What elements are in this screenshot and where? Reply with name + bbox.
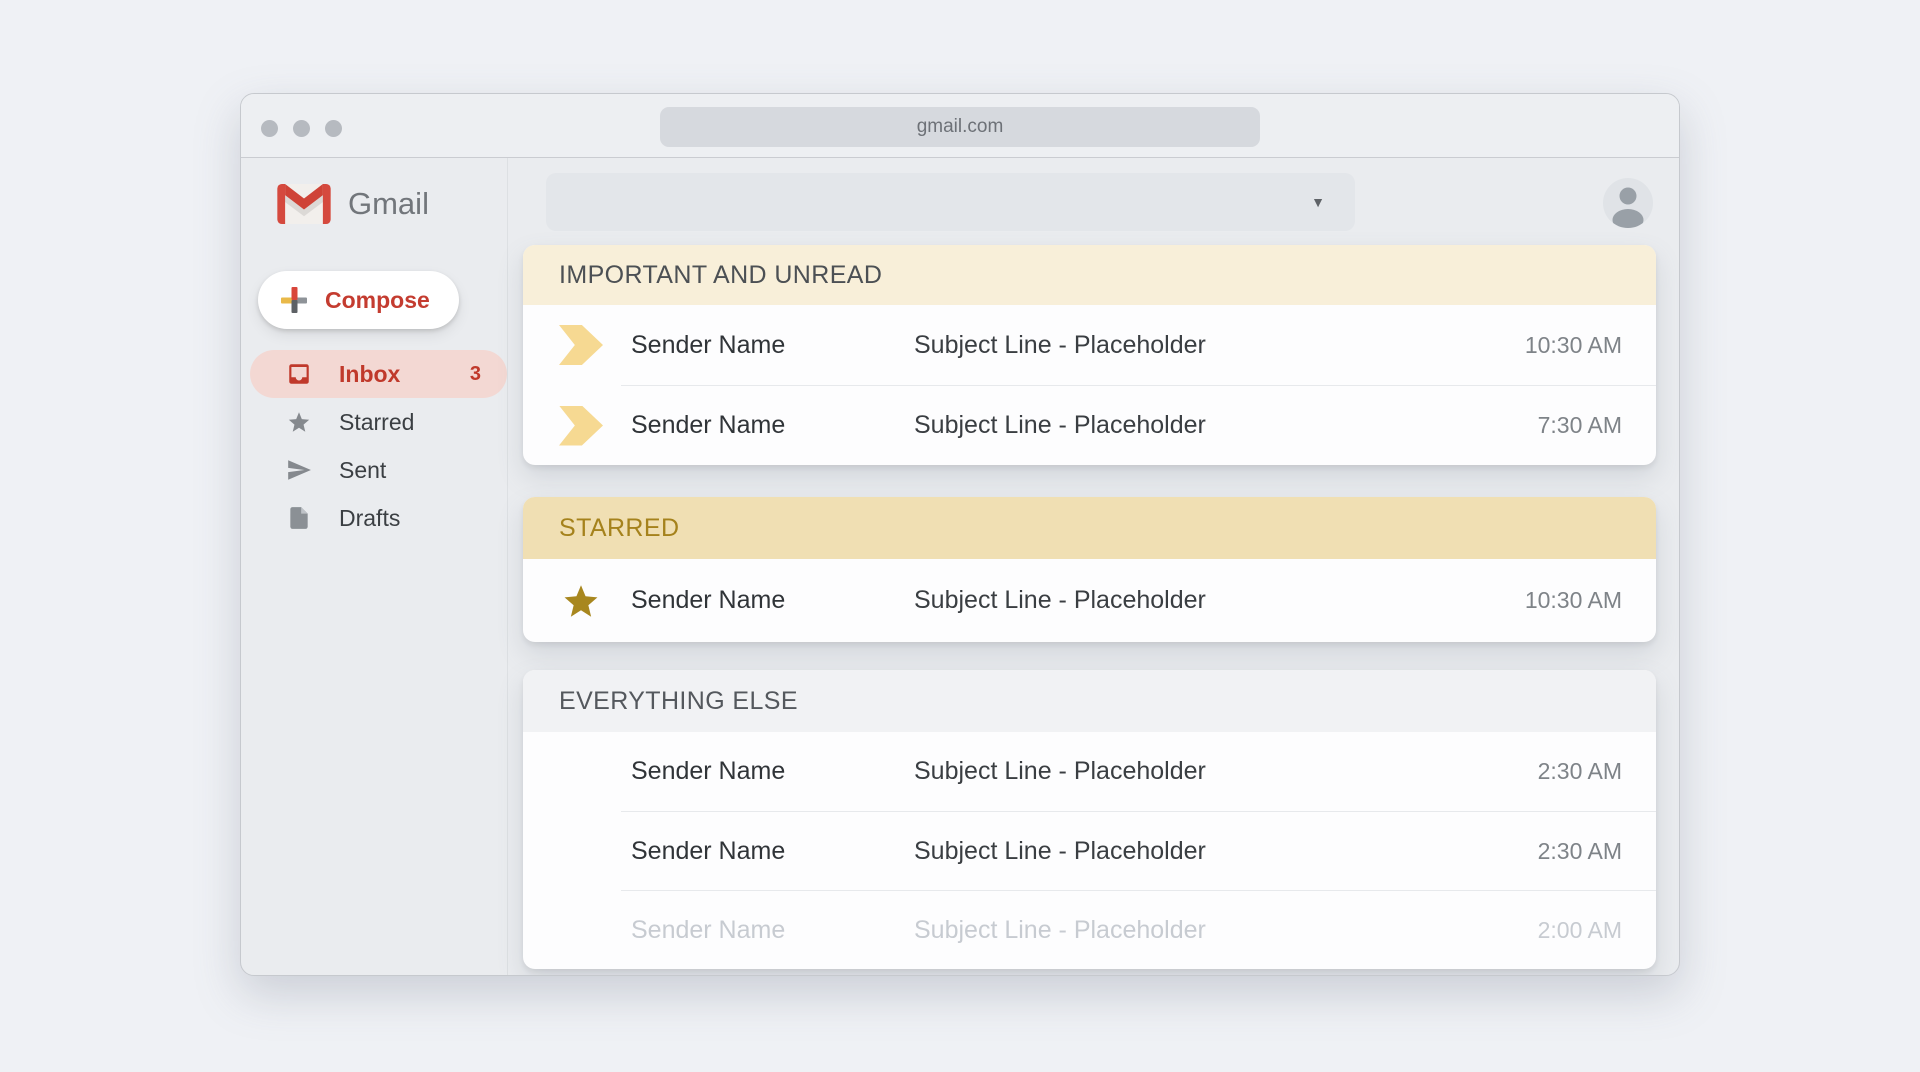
email-sender: Sender Name — [631, 837, 914, 866]
url-text: gmail.com — [917, 116, 1004, 138]
section-title: EVERYTHING ELSE — [559, 687, 798, 716]
email-sender: Sender Name — [631, 916, 914, 945]
window-control-dot[interactable] — [325, 120, 342, 137]
email-row[interactable]: Sender Name Subject Line - Placeholder 2… — [523, 812, 1656, 890]
star-icon[interactable] — [559, 580, 603, 622]
compose-button[interactable]: Compose — [258, 271, 459, 329]
window-controls — [261, 120, 342, 137]
email-time: 10:30 AM — [1525, 587, 1622, 614]
gmail-envelope-icon — [277, 184, 331, 224]
sidebar-nav: Inbox 3 Starred Sent Drafts — [241, 350, 507, 542]
email-sender: Sender Name — [631, 411, 914, 440]
sidebar-item-drafts[interactable]: Drafts — [241, 494, 507, 542]
browser-window: gmail.com Gmail ▼ Compose — [240, 93, 1680, 976]
sidebar-divider — [507, 158, 508, 975]
email-sender: Sender Name — [631, 586, 914, 615]
email-time: 10:30 AM — [1525, 332, 1622, 359]
inbox-icon — [286, 361, 312, 387]
window-control-dot[interactable] — [261, 120, 278, 137]
sidebar-item-sent[interactable]: Sent — [241, 446, 507, 494]
gmail-logo: Gmail — [277, 184, 429, 224]
section-header: EVERYTHING ELSE — [523, 670, 1656, 732]
sidebar-item-label: Sent — [339, 457, 386, 484]
email-row[interactable]: Sender Name Subject Line - Placeholder 2… — [523, 732, 1656, 811]
chevron-down-icon[interactable]: ▼ — [1311, 194, 1325, 210]
email-subject: Subject Line - Placeholder — [914, 916, 1538, 945]
email-sender: Sender Name — [631, 331, 914, 360]
window-control-dot[interactable] — [293, 120, 310, 137]
email-sender: Sender Name — [631, 757, 914, 786]
importance-marker-icon[interactable] — [559, 405, 603, 447]
email-time: 2:30 AM — [1538, 758, 1622, 785]
email-row[interactable]: Sender Name Subject Line - Placeholder 2… — [523, 891, 1656, 969]
email-subject: Subject Line - Placeholder — [914, 331, 1525, 360]
marker-spacer — [559, 751, 603, 793]
importance-marker-icon[interactable] — [559, 324, 603, 366]
section-title: IMPORTANT AND UNREAD — [559, 261, 882, 290]
compose-label: Compose — [325, 287, 430, 314]
section-header: IMPORTANT AND UNREAD — [523, 245, 1656, 305]
browser-titlebar: gmail.com — [241, 94, 1679, 158]
sidebar-item-starred[interactable]: Starred — [241, 398, 507, 446]
section-everything-else: EVERYTHING ELSE Sender Name Subject Line… — [523, 670, 1656, 969]
section-important-and-unread: IMPORTANT AND UNREAD Sender Name Subject… — [523, 245, 1656, 465]
user-avatar[interactable] — [1603, 178, 1653, 228]
draft-icon — [286, 505, 312, 531]
star-icon — [286, 409, 312, 435]
unread-count-badge: 3 — [470, 363, 507, 386]
email-row[interactable]: Sender Name Subject Line - Placeholder 1… — [523, 305, 1656, 385]
sidebar-item-inbox[interactable]: Inbox 3 — [250, 350, 507, 398]
email-subject: Subject Line - Placeholder — [914, 586, 1525, 615]
person-icon — [1603, 178, 1653, 228]
send-icon — [286, 457, 312, 483]
gmail-wordmark: Gmail — [348, 186, 429, 222]
email-subject: Subject Line - Placeholder — [914, 837, 1538, 866]
section-starred: STARRED Sender Name Subject Line - Place… — [523, 497, 1656, 642]
section-title: STARRED — [559, 514, 679, 543]
sidebar-item-label: Starred — [339, 409, 414, 436]
email-time: 2:30 AM — [1538, 838, 1622, 865]
email-time: 7:30 AM — [1538, 412, 1622, 439]
sidebar-item-label: Drafts — [339, 505, 400, 532]
multicolor-plus-icon — [279, 285, 309, 315]
email-subject: Subject Line - Placeholder — [914, 757, 1538, 786]
search-input[interactable]: ▼ — [546, 173, 1355, 231]
marker-spacer — [559, 909, 603, 951]
email-row[interactable]: Sender Name Subject Line - Placeholder 1… — [523, 559, 1656, 642]
marker-spacer — [559, 830, 603, 872]
sidebar-item-label: Inbox — [339, 361, 400, 388]
section-header: STARRED — [523, 497, 1656, 559]
email-subject: Subject Line - Placeholder — [914, 411, 1538, 440]
email-row[interactable]: Sender Name Subject Line - Placeholder 7… — [523, 386, 1656, 465]
email-time: 2:00 AM — [1538, 917, 1622, 944]
url-bar[interactable]: gmail.com — [660, 107, 1260, 147]
